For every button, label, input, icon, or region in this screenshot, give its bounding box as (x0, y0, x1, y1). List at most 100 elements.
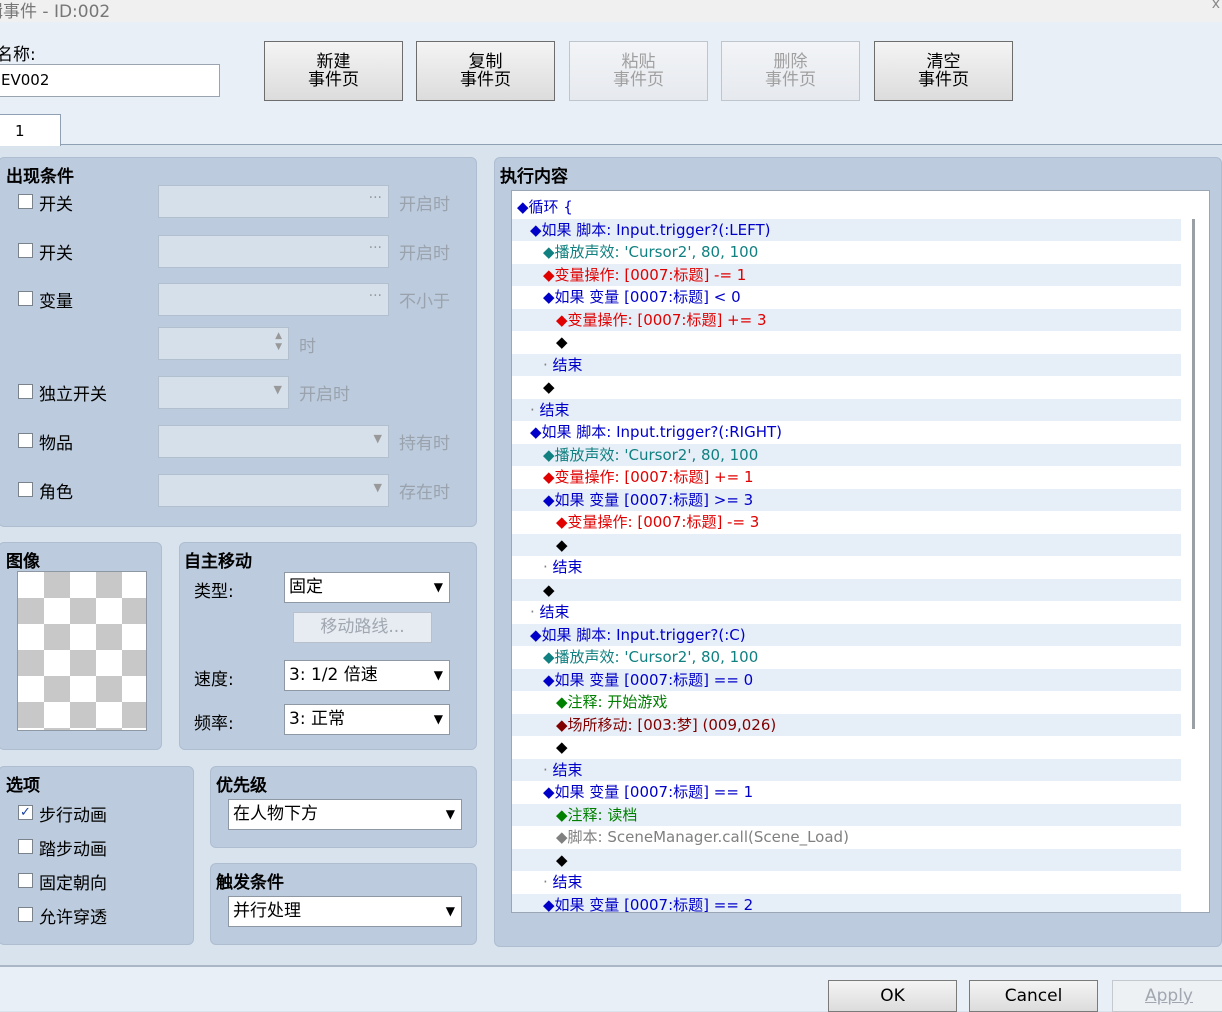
command-text: 结束 (539, 400, 570, 419)
command-row[interactable]: ◆播放声效: 'Cursor2', 80, 100 (512, 443, 1209, 466)
command-row[interactable]: ◆ (512, 578, 1209, 601)
item-label: 物品 (39, 434, 73, 454)
walking-anim-label: 步行动画 (39, 806, 107, 826)
spinner-arrows-icon: ▲ ▼ (275, 331, 282, 352)
command-row[interactable]: ◆变量操作: [0007:标题] -= 1 (512, 263, 1209, 286)
walking-anim-checkbox[interactable]: ✓ (18, 805, 33, 820)
copy-page-button[interactable]: 复制 事件页 (416, 41, 555, 101)
command-row[interactable]: ◆ (512, 736, 1209, 759)
scrollbar-thumb[interactable] (1192, 219, 1195, 729)
item-select[interactable]: ▼ (158, 425, 389, 458)
command-row[interactable]: ◆播放声效: 'Cursor2', 80, 100 (512, 241, 1209, 264)
frequency-label: 频率: (194, 714, 234, 734)
new-page-label-2: 事件页 (308, 70, 359, 90)
command-text: ◆ (556, 738, 568, 756)
move-route-button[interactable]: 移动路线... (293, 612, 432, 643)
command-row[interactable]: · 结束 (512, 353, 1209, 376)
command-row[interactable]: ◆如果 变量 [0007:标题] < 0 (512, 286, 1209, 309)
command-text: · (543, 760, 553, 779)
through-checkbox[interactable] (18, 907, 33, 922)
command-row[interactable]: ◆ (512, 376, 1209, 399)
switch2-checkbox[interactable] (18, 243, 33, 258)
command-row[interactable]: ◆ (512, 331, 1209, 354)
variable-value-spinner[interactable]: ▲ ▼ (158, 327, 289, 360)
item-checkbox[interactable] (18, 433, 33, 448)
command-row[interactable]: ◆ (512, 533, 1209, 556)
command-text: ◆如果 脚本: Input.trigger?(:RIGHT) (530, 423, 783, 441)
command-text: ◆播放声效: 'Cursor2', 80, 100 (543, 648, 759, 666)
variable-field[interactable]: ··· (158, 283, 389, 316)
move-type-value: 固定 (289, 577, 323, 597)
switch1-checkbox[interactable] (18, 194, 33, 209)
command-row[interactable]: ◆注释: 开始游戏 (512, 691, 1209, 714)
self-switch-checkbox[interactable] (18, 384, 33, 399)
tab-divider (0, 144, 1222, 145)
command-row[interactable]: · 结束 (512, 556, 1209, 579)
move-type-select[interactable]: 固定 ▼ (284, 572, 450, 603)
command-row[interactable]: ◆如果 变量 [0007:标题] == 1 (512, 781, 1209, 804)
command-row[interactable]: · 结束 (512, 758, 1209, 781)
direction-fix-checkbox[interactable] (18, 873, 33, 888)
vertical-scrollbar[interactable] (1181, 191, 1209, 912)
command-row[interactable]: ◆变量操作: [0007:标题] += 3 (512, 308, 1209, 331)
event-graphic-preview[interactable] (17, 571, 147, 731)
command-row[interactable]: ◆脚本: SceneManager.call(Scene_Load) (512, 826, 1209, 849)
command-row[interactable]: ◆变量操作: [0007:标题] += 1 (512, 466, 1209, 489)
speed-value: 3: 1/2 倍速 (289, 665, 378, 685)
trigger-select[interactable]: 并行处理 ▼ (228, 896, 462, 927)
command-row[interactable]: ◆如果 脚本: Input.trigger?(:LEFT) (512, 218, 1200, 241)
command-text: · (543, 558, 553, 576)
command-text: · (543, 355, 553, 374)
apply-button[interactable]: Apply (1112, 980, 1222, 1012)
cancel-button[interactable]: Cancel (969, 980, 1098, 1012)
command-row[interactable]: · 结束 (512, 398, 1200, 421)
command-row[interactable]: · 结束 (512, 601, 1200, 624)
delete-page-button[interactable]: 删除 事件页 (721, 41, 860, 101)
command-row[interactable]: ◆如果 变量 [0007:标题] >= 3 (512, 488, 1209, 511)
command-row[interactable]: ◆场所移动: [003:梦] (009,026) (512, 713, 1209, 736)
chevron-down-icon: ▼ (273, 383, 282, 396)
actor-checkbox[interactable] (18, 482, 33, 497)
new-page-button[interactable]: 新建 事件页 (264, 41, 403, 101)
chevron-down-icon: ▼ (433, 712, 443, 726)
switch1-field[interactable]: ··· (158, 185, 389, 218)
command-row[interactable]: ◆如果 变量 [0007:标题] == 0 (512, 668, 1209, 691)
command-list[interactable]: ◆循环 {◆如果 脚本: Input.trigger?(:LEFT) ◆播放声效:… (511, 190, 1210, 913)
command-text: ◆如果 变量 [0007:标题] < 0 (543, 288, 741, 306)
command-row[interactable]: ◆ (512, 848, 1209, 871)
speed-label: 速度: (194, 670, 234, 690)
ellipsis-icon: ··· (368, 288, 382, 304)
variable-checkbox[interactable] (18, 291, 33, 306)
command-text: ◆脚本: SceneManager.call(Scene_Load) (556, 828, 849, 846)
paste-page-label-1: 粘贴 (621, 52, 656, 72)
command-text: ◆ (556, 333, 568, 351)
command-row[interactable]: ◆注释: 读档 (512, 803, 1209, 826)
command-row[interactable]: · 结束 (512, 871, 1209, 894)
speed-select[interactable]: 3: 1/2 倍速 ▼ (284, 660, 450, 691)
switch2-field[interactable]: ··· (158, 235, 389, 268)
command-row[interactable]: ◆播放声效: 'Cursor2', 80, 100 (512, 646, 1209, 669)
priority-select[interactable]: 在人物下方 ▼ (228, 799, 462, 830)
name-input[interactable]: EV002 (0, 64, 220, 97)
command-row[interactable]: ◆如果 脚本: Input.trigger?(:RIGHT) (512, 421, 1200, 444)
move-type-label: 类型: (194, 582, 234, 602)
command-row[interactable]: ◆循环 { (512, 196, 1187, 219)
command-row[interactable]: ◆如果 脚本: Input.trigger?(:C) (512, 623, 1200, 646)
chevron-down-icon: ▼ (433, 580, 443, 594)
close-icon[interactable]: x (1212, 0, 1220, 12)
command-row[interactable]: ◆变量操作: [0007:标题] -= 3 (512, 511, 1209, 534)
ellipsis-icon: ··· (368, 240, 382, 256)
clear-page-button[interactable]: 清空 事件页 (874, 41, 1013, 101)
command-text: ◆如果 变量 [0007:标题] == 0 (543, 670, 754, 689)
paste-page-button[interactable]: 粘贴 事件页 (569, 41, 708, 101)
command-row[interactable]: ◆如果 变量 [0007:标题] == 2 (512, 893, 1209, 912)
stepping-anim-checkbox[interactable] (18, 839, 33, 854)
paste-page-label-2: 事件页 (613, 70, 664, 90)
ok-button[interactable]: OK (828, 980, 957, 1012)
through-label: 允许穿透 (39, 908, 107, 928)
tab-page-1[interactable]: 1 (0, 114, 61, 146)
actor-select[interactable]: ▼ (158, 474, 389, 507)
self-switch-select[interactable]: ▼ (158, 376, 289, 409)
frequency-select[interactable]: 3: 正常 ▼ (284, 704, 450, 735)
command-text: ◆播放声效: 'Cursor2', 80, 100 (543, 445, 759, 464)
